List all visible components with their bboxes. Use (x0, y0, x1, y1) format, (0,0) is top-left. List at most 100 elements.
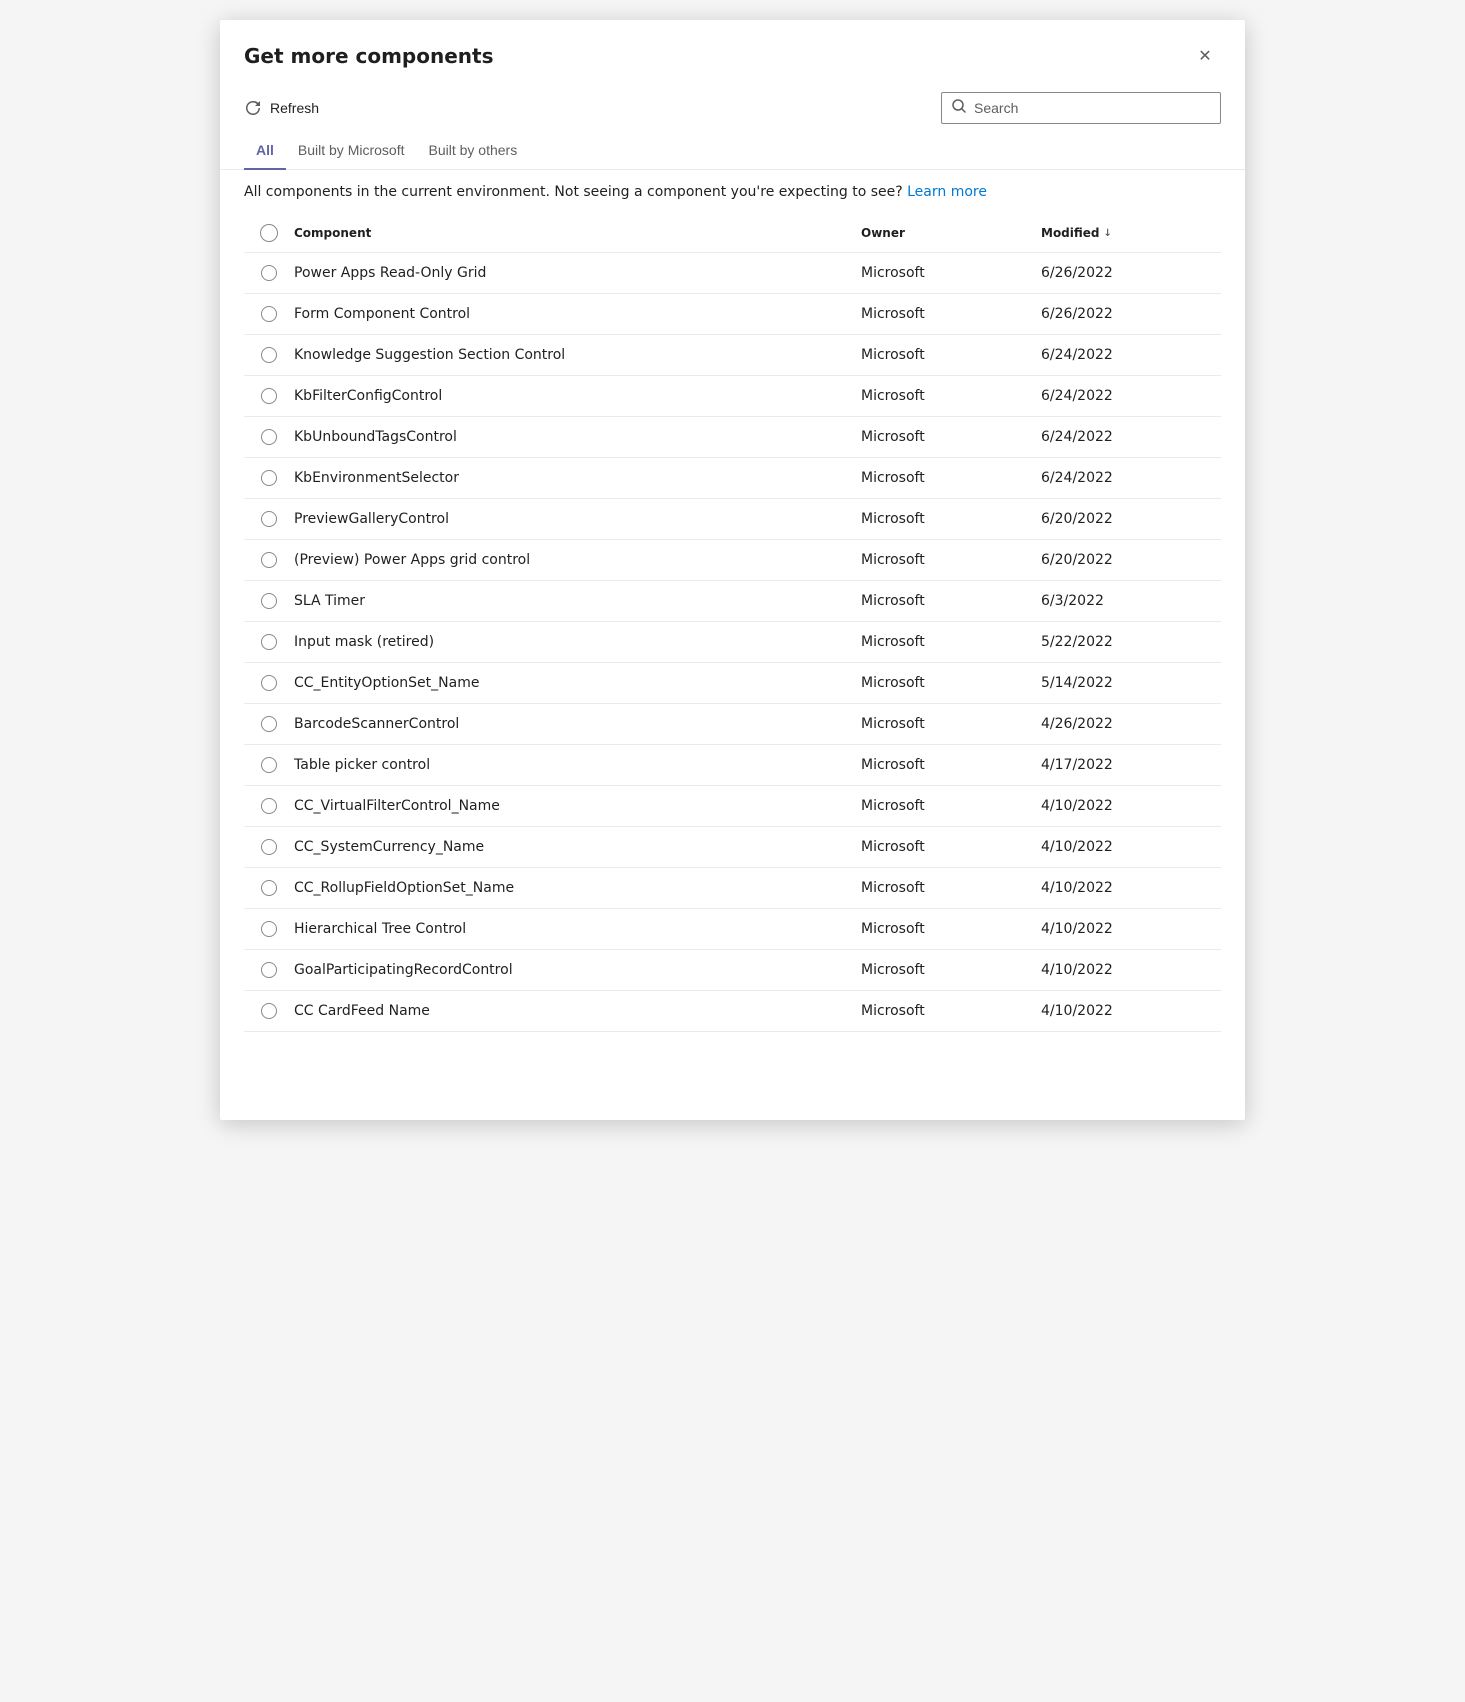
row-modified: 4/10/2022 (1041, 1003, 1221, 1019)
table-row[interactable]: Form Component Control Microsoft 6/26/20… (244, 294, 1221, 335)
table-row[interactable]: Knowledge Suggestion Section Control Mic… (244, 335, 1221, 376)
row-modified: 6/24/2022 (1041, 347, 1221, 363)
row-component: BarcodeScannerControl (294, 716, 861, 732)
row-owner: Microsoft (861, 593, 1041, 609)
table-row[interactable]: CC CardFeed Name Microsoft 4/10/2022 (244, 991, 1221, 1032)
row-component: Hierarchical Tree Control (294, 921, 861, 937)
row-checkbox-cell (244, 757, 294, 773)
table-container: Component Owner Modified ↓ Power Apps Re… (220, 214, 1245, 1032)
row-checkbox[interactable] (261, 552, 277, 568)
row-checkbox[interactable] (261, 511, 277, 527)
row-component: KbEnvironmentSelector (294, 470, 861, 486)
table-row[interactable]: CC_SystemCurrency_Name Microsoft 4/10/20… (244, 827, 1221, 868)
tab-built-by-microsoft[interactable]: Built by Microsoft (286, 132, 417, 170)
toolbar: Refresh (220, 84, 1245, 132)
row-modified: 6/24/2022 (1041, 388, 1221, 404)
row-checkbox-cell (244, 552, 294, 568)
row-component: CC_VirtualFilterControl_Name (294, 798, 861, 814)
table-row[interactable]: CC_EntityOptionSet_Name Microsoft 5/14/2… (244, 663, 1221, 704)
refresh-button[interactable]: Refresh (236, 93, 327, 123)
row-checkbox[interactable] (261, 839, 277, 855)
row-owner: Microsoft (861, 634, 1041, 650)
row-checkbox[interactable] (261, 675, 277, 691)
table-row[interactable]: Table picker control Microsoft 4/17/2022 (244, 745, 1221, 786)
row-checkbox[interactable] (261, 757, 277, 773)
row-modified: 4/10/2022 (1041, 921, 1221, 937)
row-checkbox[interactable] (261, 880, 277, 896)
row-checkbox[interactable] (261, 593, 277, 609)
row-modified: 4/17/2022 (1041, 757, 1221, 773)
row-owner: Microsoft (861, 511, 1041, 527)
tab-built-by-others[interactable]: Built by others (416, 132, 529, 170)
table-row[interactable]: Power Apps Read-Only Grid Microsoft 6/26… (244, 253, 1221, 294)
row-owner: Microsoft (861, 757, 1041, 773)
row-checkbox-cell (244, 429, 294, 445)
row-modified: 6/26/2022 (1041, 265, 1221, 281)
row-owner: Microsoft (861, 470, 1041, 486)
row-checkbox[interactable] (261, 347, 277, 363)
row-owner: Microsoft (861, 921, 1041, 937)
row-checkbox[interactable] (261, 470, 277, 486)
tab-all[interactable]: All (244, 132, 286, 170)
row-modified: 6/20/2022 (1041, 552, 1221, 568)
row-checkbox[interactable] (261, 962, 277, 978)
row-checkbox[interactable] (261, 716, 277, 732)
row-checkbox[interactable] (261, 265, 277, 281)
row-checkbox[interactable] (261, 921, 277, 937)
row-component: GoalParticipatingRecordControl (294, 962, 861, 978)
table-row[interactable]: KbUnboundTagsControl Microsoft 6/24/2022 (244, 417, 1221, 458)
row-checkbox-cell (244, 675, 294, 691)
search-input[interactable] (974, 100, 1210, 116)
table-row[interactable]: Input mask (retired) Microsoft 5/22/2022 (244, 622, 1221, 663)
row-component: Knowledge Suggestion Section Control (294, 347, 861, 363)
row-owner: Microsoft (861, 388, 1041, 404)
dialog-title: Get more components (244, 44, 493, 68)
column-header-modified[interactable]: Modified ↓ (1041, 226, 1221, 240)
row-owner: Microsoft (861, 880, 1041, 896)
table-row[interactable]: Hierarchical Tree Control Microsoft 4/10… (244, 909, 1221, 950)
row-modified: 6/26/2022 (1041, 306, 1221, 322)
row-owner: Microsoft (861, 1003, 1041, 1019)
table-row[interactable]: GoalParticipatingRecordControl Microsoft… (244, 950, 1221, 991)
table-row[interactable]: (Preview) Power Apps grid control Micros… (244, 540, 1221, 581)
row-modified: 4/10/2022 (1041, 880, 1221, 896)
row-checkbox[interactable] (261, 388, 277, 404)
row-checkbox[interactable] (261, 429, 277, 445)
row-component: CC CardFeed Name (294, 1003, 861, 1019)
row-component: KbFilterConfigControl (294, 388, 861, 404)
row-modified: 4/10/2022 (1041, 962, 1221, 978)
row-owner: Microsoft (861, 552, 1041, 568)
row-checkbox[interactable] (261, 798, 277, 814)
row-checkbox-cell (244, 880, 294, 896)
row-component: (Preview) Power Apps grid control (294, 552, 861, 568)
row-checkbox[interactable] (261, 306, 277, 322)
row-owner: Microsoft (861, 798, 1041, 814)
tabs-container: All Built by Microsoft Built by others (220, 132, 1245, 170)
table-row[interactable]: PreviewGalleryControl Microsoft 6/20/202… (244, 499, 1221, 540)
row-owner: Microsoft (861, 429, 1041, 445)
table-row[interactable]: CC_RollupFieldOptionSet_Name Microsoft 4… (244, 868, 1221, 909)
learn-more-link[interactable]: Learn more (907, 184, 987, 200)
table-row[interactable]: KbEnvironmentSelector Microsoft 6/24/202… (244, 458, 1221, 499)
row-component: Form Component Control (294, 306, 861, 322)
row-checkbox[interactable] (261, 1003, 277, 1019)
row-modified: 4/26/2022 (1041, 716, 1221, 732)
get-more-components-dialog: Get more components ✕ Refresh All Bui (220, 20, 1245, 1120)
row-checkbox-cell (244, 1003, 294, 1019)
row-checkbox-cell (244, 511, 294, 527)
row-component: CC_EntityOptionSet_Name (294, 675, 861, 691)
dialog-header: Get more components ✕ (220, 20, 1245, 84)
row-component: Table picker control (294, 757, 861, 773)
row-component: Input mask (retired) (294, 634, 861, 650)
row-checkbox[interactable] (261, 634, 277, 650)
close-button[interactable]: ✕ (1189, 40, 1221, 72)
table-body: Power Apps Read-Only Grid Microsoft 6/26… (244, 253, 1221, 1032)
table-row[interactable]: KbFilterConfigControl Microsoft 6/24/202… (244, 376, 1221, 417)
row-owner: Microsoft (861, 675, 1041, 691)
row-modified: 6/20/2022 (1041, 511, 1221, 527)
table-row[interactable]: CC_VirtualFilterControl_Name Microsoft 4… (244, 786, 1221, 827)
table-row[interactable]: BarcodeScannerControl Microsoft 4/26/202… (244, 704, 1221, 745)
row-checkbox-cell (244, 921, 294, 937)
table-row[interactable]: SLA Timer Microsoft 6/3/2022 (244, 581, 1221, 622)
select-all-checkbox[interactable] (260, 224, 278, 242)
